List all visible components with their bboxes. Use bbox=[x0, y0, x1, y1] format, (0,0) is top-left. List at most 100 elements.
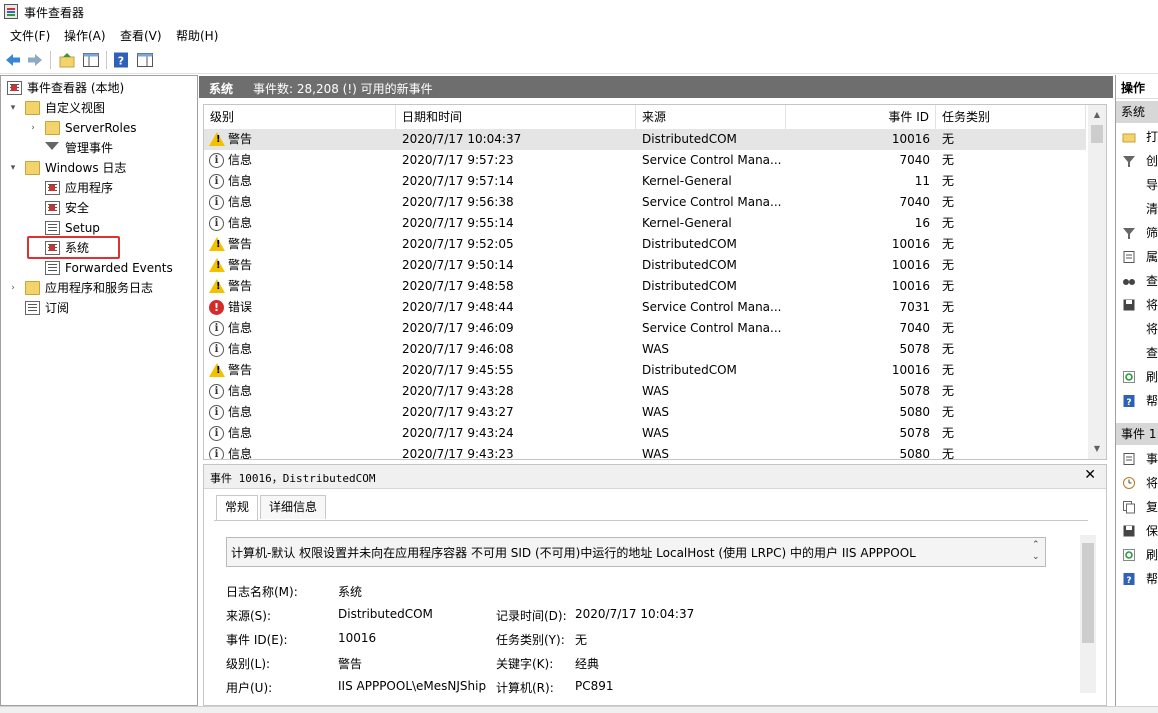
folder-icon bbox=[45, 121, 60, 135]
table-row[interactable]: ! 警告 2020/7/17 9:50:14 DistributedCOM 10016 无 bbox=[204, 255, 1086, 276]
chevron-right-icon[interactable]: › bbox=[7, 278, 19, 298]
table-row[interactable]: ! 警告 2020/7/17 10:04:37 DistributedCOM 10016… bbox=[204, 129, 1086, 150]
show-hide-console-tree-icon[interactable] bbox=[82, 51, 100, 69]
chevron-right-icon[interactable]: › bbox=[27, 118, 39, 138]
table-row[interactable]: i 信息 2020/7/17 9:43:27 WAS 5080 无 bbox=[204, 402, 1086, 423]
cell-source: DistributedCOM bbox=[642, 279, 737, 293]
table-row[interactable]: i 信息 2020/7/17 9:55:14 Kernel-General 16 无 bbox=[204, 213, 1086, 234]
action-item[interactable]: 创 bbox=[1116, 149, 1158, 173]
message-scroll-arrows-icon[interactable]: ⌃ ⌄ bbox=[1032, 539, 1040, 563]
action-item-label: 帮 bbox=[1146, 394, 1158, 408]
menu-action[interactable]: 操作(A) bbox=[62, 27, 108, 44]
field-value-logged[interactable]: 2020/7/17 10:04:37 bbox=[575, 607, 775, 621]
show-action-pane-icon[interactable] bbox=[136, 51, 154, 69]
action-item[interactable]: 保 bbox=[1116, 519, 1158, 543]
field-value-event-id[interactable]: 10016 bbox=[338, 631, 488, 645]
scroll-thumb[interactable] bbox=[1091, 125, 1103, 143]
menu-file[interactable]: 文件(F) bbox=[8, 27, 52, 44]
cell-task-category: 无 bbox=[942, 279, 955, 293]
actions-section-event[interactable]: 事件 1 bbox=[1116, 423, 1158, 445]
action-item-label: 将 bbox=[1146, 322, 1158, 336]
table-row[interactable]: ! 错误 2020/7/17 9:48:44 Service Control Mana… bbox=[204, 297, 1086, 318]
field-value-log-name[interactable]: 系统 bbox=[338, 583, 488, 600]
detail-scrollbar[interactable] bbox=[1080, 535, 1096, 693]
table-row[interactable]: i 信息 2020/7/17 9:43:24 WAS 5078 无 bbox=[204, 423, 1086, 444]
table-row[interactable]: i 信息 2020/7/17 9:57:23 Service Control Mana… bbox=[204, 150, 1086, 171]
cell-level: 信息 bbox=[228, 384, 253, 398]
action-item[interactable]: 复 bbox=[1116, 495, 1158, 519]
actions-section-system[interactable]: 系统 bbox=[1116, 101, 1158, 123]
field-value-user[interactable]: IIS APPPOOL\eMesNJShip bbox=[338, 679, 488, 693]
action-item-label: 打 bbox=[1146, 130, 1158, 144]
table-row[interactable]: ! 警告 2020/7/17 9:52:05 DistributedCOM 10016 无 bbox=[204, 234, 1086, 255]
menu-view[interactable]: 查看(V) bbox=[118, 27, 164, 44]
action-item[interactable]: 将 bbox=[1116, 293, 1158, 317]
log-icon bbox=[45, 181, 60, 195]
column-level[interactable]: 级别 bbox=[204, 105, 396, 129]
action-item[interactable]: 刷 bbox=[1116, 365, 1158, 389]
scroll-down-arrow-icon[interactable]: ▼ bbox=[1088, 441, 1106, 457]
field-value-computer[interactable]: PC891 bbox=[575, 679, 775, 693]
cell-event-id: 10016 bbox=[891, 258, 930, 272]
action-item[interactable]: 查 bbox=[1116, 269, 1158, 293]
action-item[interactable]: 属 bbox=[1116, 245, 1158, 269]
action-item[interactable]: 筛 bbox=[1116, 221, 1158, 245]
cell-task-category: 无 bbox=[942, 426, 955, 440]
field-value-level[interactable]: 警告 bbox=[338, 655, 488, 672]
table-row[interactable]: ! 警告 2020/7/17 9:48:58 DistributedCOM 10016 无 bbox=[204, 276, 1086, 297]
table-row[interactable]: i 信息 2020/7/17 9:43:23 WAS 5080 无 bbox=[204, 444, 1086, 459]
field-value-keywords[interactable]: 经典 bbox=[575, 655, 775, 672]
menu-help[interactable]: 帮助(H) bbox=[174, 27, 220, 44]
up-folder-icon[interactable] bbox=[58, 51, 76, 69]
action-item[interactable]: ? 帮 bbox=[1116, 389, 1158, 413]
action-item[interactable]: 刷 bbox=[1116, 543, 1158, 567]
table-row[interactable]: i 信息 2020/7/17 9:56:38 Service Control Mana… bbox=[204, 192, 1086, 213]
action-item[interactable]: 将 bbox=[1116, 471, 1158, 495]
table-row[interactable]: i 信息 2020/7/17 9:57:14 Kernel-General 11 无 bbox=[204, 171, 1086, 192]
action-item-label: 将 bbox=[1146, 298, 1158, 312]
actions-pane: 操作 系统 打创导清筛属查将将查刷? 帮 事件 1 事将复保刷? 帮 bbox=[1115, 75, 1158, 706]
field-label-computer: 计算机(R): bbox=[496, 681, 554, 695]
info-icon: i bbox=[209, 321, 224, 336]
warning-icon: ! bbox=[209, 363, 225, 378]
detail-scroll-thumb[interactable] bbox=[1082, 543, 1094, 643]
forward-arrow-icon[interactable] bbox=[26, 51, 44, 69]
column-task-category[interactable]: 任务类别 bbox=[936, 105, 1086, 129]
table-row[interactable]: i 信息 2020/7/17 9:46:08 WAS 5078 无 bbox=[204, 339, 1086, 360]
help-icon: ? bbox=[1123, 395, 1135, 408]
action-item[interactable]: 导 bbox=[1116, 173, 1158, 197]
event-message[interactable]: 计算机-默认 权限设置并未向在应用程序容器 不可用 SID (不可用)中运行的地… bbox=[226, 537, 1046, 567]
event-list-scrollbar[interactable]: ▲ ▼ bbox=[1088, 105, 1106, 459]
filter-icon bbox=[1123, 156, 1135, 167]
back-arrow-icon[interactable] bbox=[4, 51, 22, 69]
table-row[interactable]: i 信息 2020/7/17 9:43:28 WAS 5078 无 bbox=[204, 381, 1086, 402]
action-item[interactable]: 打 bbox=[1116, 125, 1158, 149]
column-source[interactable]: 来源 bbox=[636, 105, 786, 129]
column-datetime[interactable]: 日期和时间 bbox=[396, 105, 636, 129]
table-row[interactable]: i 信息 2020/7/17 9:46:09 Service Control Mana… bbox=[204, 318, 1086, 339]
tab-general[interactable]: 常规 bbox=[216, 495, 259, 521]
event-list[interactable]: 级别 日期和时间 来源 事件 ID 任务类别 ! 警告 2020/7/17 10:0… bbox=[203, 104, 1107, 460]
action-item[interactable]: 清 bbox=[1116, 197, 1158, 221]
action-item[interactable]: 查 bbox=[1116, 341, 1158, 365]
cell-source: Service Control Mana... bbox=[642, 300, 782, 314]
open-icon bbox=[1122, 133, 1136, 143]
close-icon[interactable]: ✕ bbox=[1084, 467, 1096, 483]
tree-item-label: 订阅 bbox=[45, 301, 70, 315]
detail-title: 事件 10016，DistributedCOM bbox=[210, 472, 376, 485]
help-icon[interactable]: ? bbox=[112, 51, 130, 69]
action-item[interactable]: 事 bbox=[1116, 447, 1158, 471]
field-value-task-category[interactable]: 无 bbox=[575, 631, 775, 648]
info-icon: i bbox=[209, 384, 224, 399]
chevron-down-icon[interactable]: ▾ bbox=[7, 98, 19, 118]
field-value-source[interactable]: DistributedCOM bbox=[338, 607, 488, 621]
scroll-up-arrow-icon[interactable]: ▲ bbox=[1088, 107, 1106, 123]
table-row[interactable]: ! 警告 2020/7/17 9:45:55 DistributedCOM 10016 无 bbox=[204, 360, 1086, 381]
tab-details[interactable]: 详细信息 bbox=[260, 495, 327, 519]
action-item[interactable]: ? 帮 bbox=[1116, 567, 1158, 591]
chevron-down-icon[interactable]: ▾ bbox=[7, 158, 19, 178]
tree-item-label: ServerRoles bbox=[65, 121, 137, 135]
cell-datetime: 2020/7/17 9:43:27 bbox=[402, 405, 514, 419]
action-item[interactable]: 将 bbox=[1116, 317, 1158, 341]
column-event-id[interactable]: 事件 ID bbox=[786, 105, 936, 129]
